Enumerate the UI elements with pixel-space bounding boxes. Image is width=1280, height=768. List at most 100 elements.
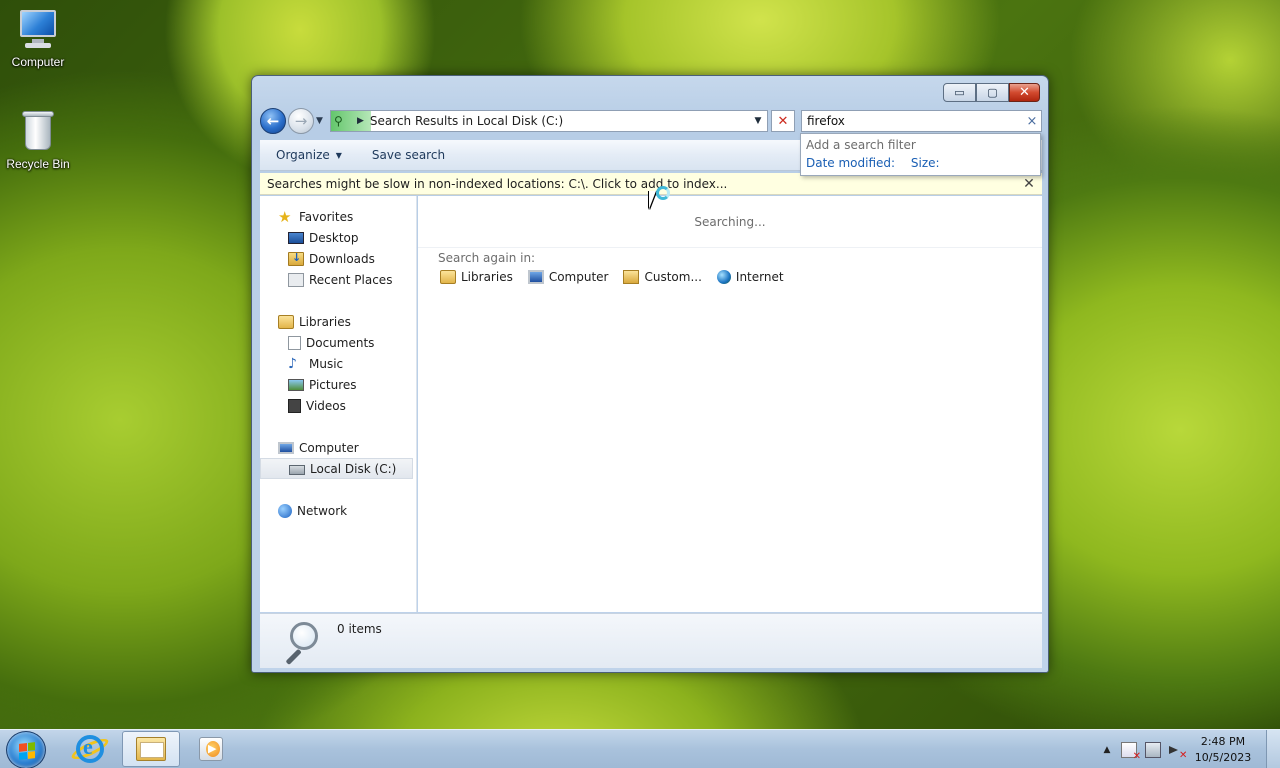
caption-buttons: ▭ ▢ ✕	[943, 83, 1040, 102]
nav-label: Desktop	[309, 230, 359, 245]
searching-status: Searching...	[418, 196, 1042, 248]
maximize-button[interactable]: ▢	[976, 83, 1009, 102]
desktop-icon-computer[interactable]: Computer	[0, 8, 76, 69]
libraries-icon	[440, 270, 456, 284]
search-again-label-text: Custom...	[644, 270, 702, 284]
windows-logo-icon	[19, 742, 35, 760]
stop-search-button[interactable]: ✕	[771, 110, 795, 132]
info-bar-text[interactable]: Searches might be slow in non-indexed lo…	[267, 177, 1016, 191]
close-button[interactable]: ✕	[1009, 83, 1040, 102]
nav-item-libraries[interactable]: Libraries	[260, 311, 416, 332]
organize-menu-button[interactable]: Organize ▼	[276, 148, 342, 162]
save-search-label: Save search	[371, 148, 446, 162]
computer-icon	[16, 8, 60, 52]
magnifier-icon	[282, 622, 324, 665]
busy-cursor-icon	[649, 186, 670, 213]
recent-pages-button[interactable]: ▼	[316, 116, 323, 126]
desktop-icon	[288, 231, 304, 244]
nav-item-favorites[interactable]: ★ Favorites	[260, 206, 416, 227]
address-bar[interactable]: ⚲ ▶ Search Results in Local Disk (C:) ▼	[330, 110, 768, 132]
nav-item-computer[interactable]: Computer	[260, 437, 416, 458]
search-again-label-text: Computer	[548, 270, 609, 284]
details-pane: 0 items	[260, 613, 1042, 668]
search-results-icon: ⚲	[331, 111, 371, 131]
taskbar-windows-media-player[interactable]	[182, 731, 240, 767]
nav-label: Network	[297, 503, 348, 518]
breadcrumb-arrow-icon[interactable]: ▶	[357, 116, 364, 126]
music-icon: ♪	[288, 355, 297, 372]
nav-label: Pictures	[309, 377, 357, 392]
save-search-button[interactable]: Save search	[372, 148, 445, 162]
hard-disk-icon	[289, 465, 305, 475]
nav-label: Downloads	[309, 251, 375, 266]
network-icon	[278, 503, 292, 518]
desktop-icon-label: Computer	[11, 55, 65, 69]
organize-label: Organize	[276, 148, 330, 162]
nav-item-documents[interactable]: Documents	[260, 332, 416, 353]
desktop-icon-recycle-bin[interactable]: Recycle Bin	[0, 110, 76, 171]
nav-item-videos[interactable]: Videos	[260, 395, 416, 416]
filter-size[interactable]: Size:	[911, 156, 940, 170]
taskbar-windows-explorer[interactable]	[122, 731, 180, 767]
libraries-icon	[278, 314, 294, 329]
nav-item-pictures[interactable]: Pictures	[260, 374, 416, 395]
search-again-computer[interactable]: Computer	[527, 270, 609, 284]
arrow-left-icon: ←	[266, 112, 280, 130]
navigation-bar: ← → ▼ ⚲ ▶ Search Results in Local Disk (…	[260, 107, 1042, 135]
clock-date: 10/5/2023	[1194, 750, 1252, 764]
star-icon: ★	[278, 207, 292, 226]
search-again-custom[interactable]: Custom...	[623, 270, 702, 284]
forward-button[interactable]: →	[288, 108, 314, 134]
search-filter-hint: Add a search filter	[806, 138, 916, 152]
custom-folder-icon	[623, 270, 640, 284]
media-player-icon	[199, 737, 223, 761]
system-clock[interactable]: 2:48 PM 10/5/2023	[1186, 734, 1260, 766]
search-input[interactable]: firefox ×	[801, 110, 1042, 132]
recycle-bin-icon	[16, 110, 60, 154]
action-center-alert-icon[interactable]	[1121, 741, 1141, 762]
show-hidden-icons-button[interactable]: ▲	[1097, 745, 1117, 755]
nav-item-downloads[interactable]: Downloads	[260, 248, 416, 269]
nav-item-network[interactable]: Network	[260, 500, 416, 521]
clock-time: 2:48 PM	[1200, 734, 1246, 748]
search-input-value: firefox	[807, 114, 845, 128]
nav-item-desktop[interactable]: Desktop	[260, 227, 416, 248]
nav-label: Documents	[306, 335, 375, 350]
nav-label: Favorites	[299, 209, 354, 224]
chevron-down-icon: ▼	[316, 116, 323, 126]
videos-icon	[288, 398, 301, 413]
taskbar: ▲ 2:48 PM 10/5/2023	[0, 729, 1280, 768]
recent-places-icon	[288, 272, 304, 287]
nav-label: Local Disk (C:)	[310, 461, 397, 476]
start-button[interactable]	[6, 731, 46, 768]
search-again-libraries[interactable]: Libraries	[440, 270, 513, 284]
search-again-label-text: Libraries	[461, 270, 513, 284]
desktop-icon-label: Recycle Bin	[6, 157, 70, 171]
pictures-icon	[288, 378, 304, 391]
notification-area: ▲ 2:48 PM 10/5/2023	[1097, 730, 1280, 768]
computer-icon	[278, 441, 294, 454]
network-status-icon[interactable]	[1145, 741, 1161, 758]
nav-item-local-disk[interactable]: Local Disk (C:)	[260, 458, 413, 479]
search-again-label-text: Internet	[735, 270, 784, 284]
filter-date-modified[interactable]: Date modified:	[806, 156, 895, 170]
nav-item-music[interactable]: ♪ Music	[260, 353, 416, 374]
explorer-window: ▭ ▢ ✕ ← → ▼ ⚲ ▶ Search Results in Local …	[251, 75, 1049, 673]
search-filter-popup: Add a search filter Date modified: Size:	[800, 133, 1041, 176]
back-button[interactable]: ←	[260, 108, 286, 134]
nav-item-recent-places[interactable]: Recent Places	[260, 269, 416, 290]
address-dropdown-icon[interactable]: ▼	[749, 116, 767, 126]
search-again-internet[interactable]: Internet	[716, 270, 784, 284]
taskbar-internet-explorer[interactable]	[61, 731, 119, 767]
minimize-button[interactable]: ▭	[943, 83, 976, 102]
show-desktop-button[interactable]	[1266, 730, 1280, 768]
documents-icon	[288, 335, 301, 350]
chevron-down-icon: ▼	[335, 150, 342, 160]
info-bar-close-button[interactable]: ✕	[1016, 176, 1042, 192]
volume-muted-icon[interactable]	[1169, 745, 1187, 761]
nav-label: Recent Places	[309, 272, 393, 287]
search-again-options: Libraries Computer Custom... Internet	[440, 270, 799, 284]
nav-label: Libraries	[299, 314, 351, 329]
downloads-folder-icon	[288, 251, 304, 266]
clear-search-button[interactable]: ×	[1023, 114, 1041, 129]
